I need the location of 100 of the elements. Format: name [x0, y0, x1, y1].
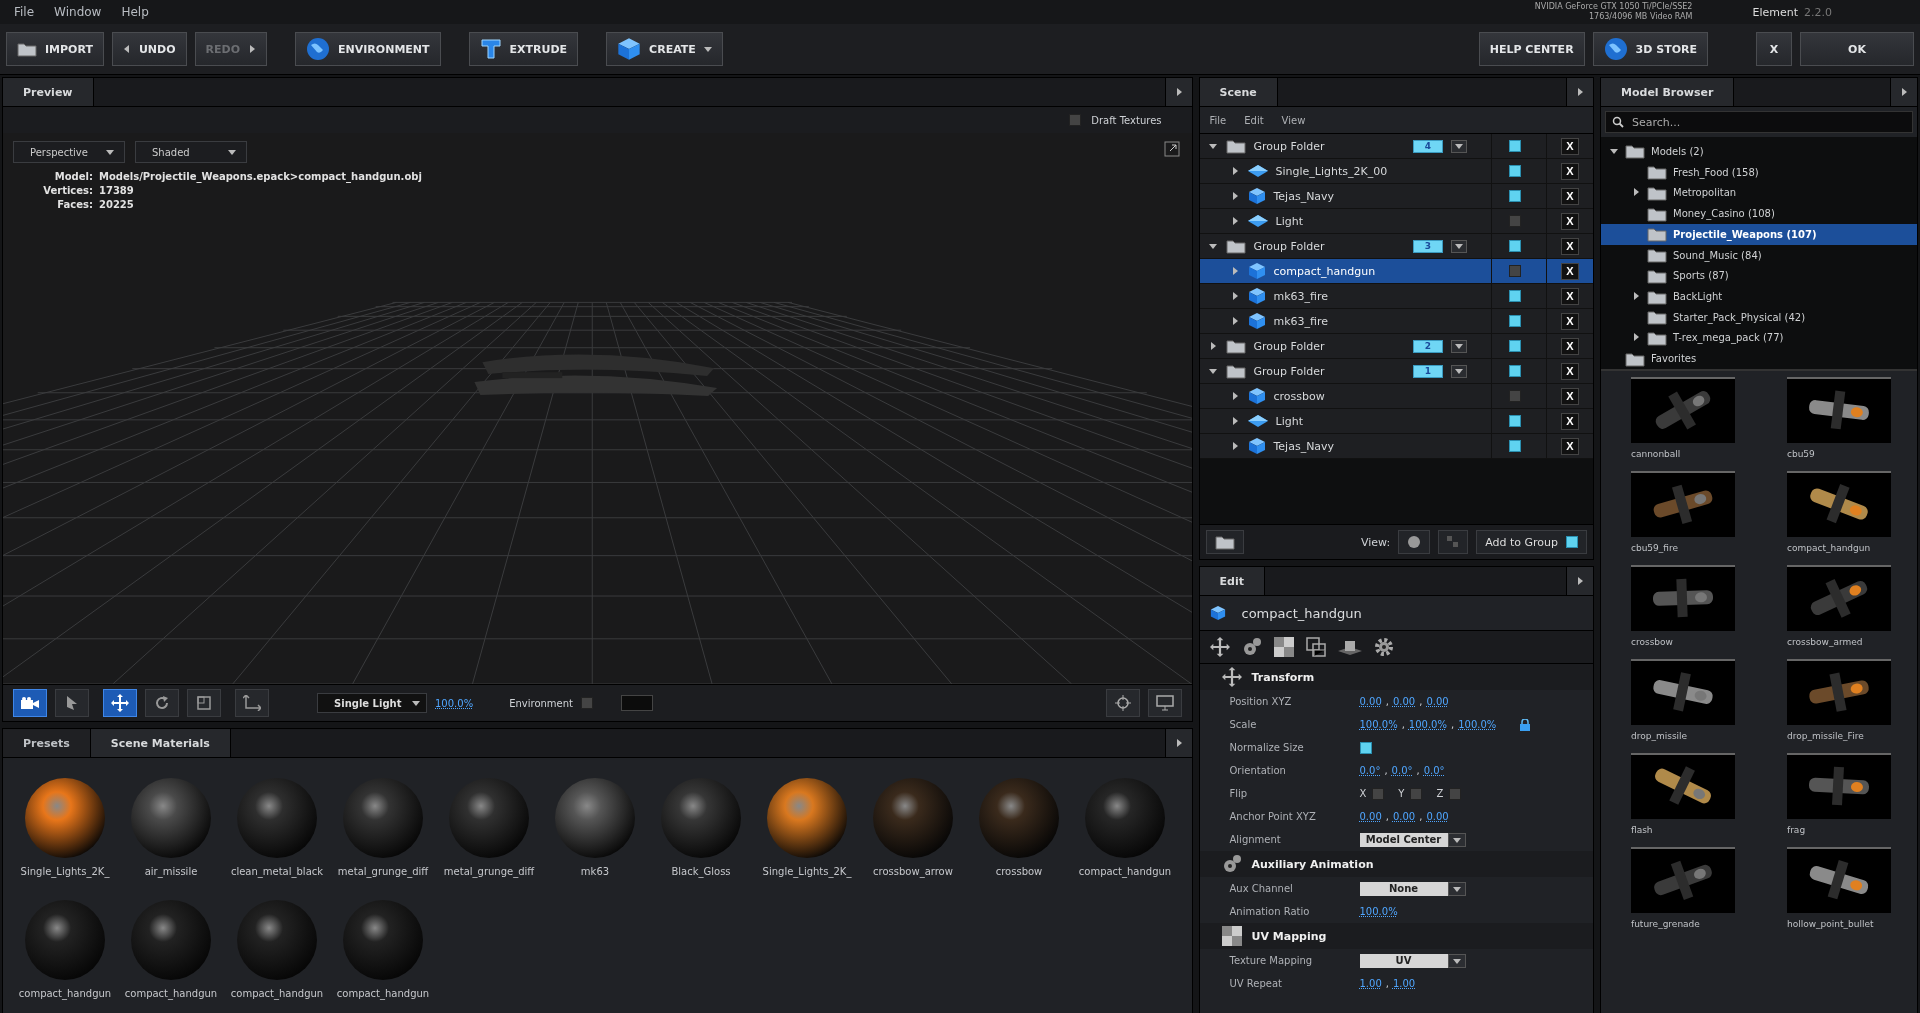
checkbox[interactable]: [1372, 787, 1385, 800]
checkbox[interactable]: [1410, 787, 1423, 800]
gears-icon[interactable]: [1221, 854, 1242, 874]
delete-button[interactable]: X: [1561, 187, 1579, 205]
intensity-link[interactable]: 100.0%: [435, 697, 474, 709]
material-sphere-icon[interactable]: [447, 776, 531, 860]
visibility-checkbox[interactable]: [1509, 340, 1521, 352]
material-sphere-icon[interactable]: [659, 776, 743, 860]
delete-button[interactable]: X: [1561, 437, 1579, 455]
delete-button[interactable]: X: [1561, 262, 1579, 280]
scene-row[interactable]: Group Folder 2 X: [1199, 334, 1593, 359]
tree-item[interactable]: BackLight: [1601, 286, 1917, 307]
delete-button[interactable]: X: [1561, 162, 1579, 180]
menu-item[interactable]: Window: [54, 5, 102, 19]
panel-tab[interactable]: Presets: [3, 729, 91, 757]
tool-button[interactable]: [55, 689, 89, 717]
toolbar-button[interactable]: CREATE: [606, 32, 723, 66]
view-dropdown[interactable]: Perspective: [13, 141, 125, 163]
dropdown-button[interactable]: [1451, 364, 1467, 378]
material-sphere-icon[interactable]: [341, 776, 425, 860]
delete-button[interactable]: X: [1561, 387, 1579, 405]
toolbar-button[interactable]: EXTRUDE: [468, 32, 579, 66]
panel-tab[interactable]: Model Browser: [1601, 78, 1735, 106]
panel-tab[interactable]: Scene Materials: [90, 729, 231, 757]
delete-button[interactable]: X: [1561, 312, 1579, 330]
visibility-checkbox[interactable]: [1509, 365, 1521, 377]
move-icon[interactable]: [1221, 667, 1242, 687]
tool-button[interactable]: [103, 689, 137, 717]
material-sphere-icon[interactable]: [235, 776, 319, 860]
tree-item[interactable]: Fresh_Food (158): [1601, 161, 1917, 183]
delete-button[interactable]: X: [1561, 212, 1579, 230]
checker-icon[interactable]: [1273, 637, 1294, 657]
visibility-checkbox[interactable]: [1509, 290, 1521, 302]
visibility-checkbox[interactable]: [1509, 415, 1521, 427]
menu-item[interactable]: View: [1281, 114, 1306, 126]
visibility-checkbox[interactable]: [1509, 190, 1521, 202]
tree-item[interactable]: Money_Casino (108): [1601, 203, 1917, 224]
tree-item[interactable]: T-rex_mega_pack (77): [1601, 327, 1917, 349]
menu-item[interactable]: Help: [121, 5, 149, 19]
material-sphere-icon[interactable]: [23, 898, 107, 982]
menu-item[interactable]: Edit: [1244, 114, 1264, 126]
checkbox[interactable]: [1359, 741, 1372, 754]
checkbox[interactable]: [1449, 787, 1462, 800]
delete-button[interactable]: X: [1561, 362, 1579, 380]
tree-item[interactable]: Metropolitan: [1601, 182, 1917, 204]
delete-button[interactable]: X: [1561, 337, 1579, 355]
scene-row[interactable]: mk63_fire X: [1199, 284, 1593, 309]
scene-row[interactable]: Tejas_Navy X: [1199, 184, 1593, 209]
expand-arrow-icon[interactable]: [1207, 242, 1218, 250]
material-sphere-icon[interactable]: [553, 776, 637, 860]
visibility-checkbox[interactable]: [1509, 240, 1521, 252]
toolbar-button[interactable]: IMPORT: [6, 32, 104, 66]
visibility-checkbox[interactable]: [1509, 165, 1521, 177]
scene-row[interactable]: Group Folder 3 X: [1199, 234, 1593, 259]
ok-button[interactable]: OK: [1800, 32, 1914, 66]
view-dropdown[interactable]: Shaded: [135, 141, 247, 163]
tree-item[interactable]: Favorites: [1601, 348, 1917, 370]
visibility-checkbox[interactable]: [1509, 265, 1521, 277]
expand-arrow-icon[interactable]: [1207, 142, 1218, 150]
material-sphere-icon[interactable]: [129, 898, 213, 982]
checker-icon[interactable]: [1221, 926, 1242, 946]
delete-button[interactable]: X: [1561, 287, 1579, 305]
value-link[interactable]: 1.00: [1392, 978, 1416, 989]
visibility-checkbox[interactable]: [1509, 440, 1521, 452]
scene-row[interactable]: Light X: [1199, 209, 1593, 234]
value-link[interactable]: 0.00: [1359, 696, 1382, 707]
value-link[interactable]: 0.00: [1392, 696, 1416, 707]
value-link[interactable]: 0.00: [1392, 811, 1416, 822]
tool-button[interactable]: [235, 689, 269, 717]
panel-tab[interactable]: Preview: [3, 78, 94, 106]
dropdown-button[interactable]: [1451, 139, 1467, 153]
material-sphere-icon[interactable]: [977, 776, 1061, 860]
material-sphere-icon[interactable]: [871, 776, 955, 860]
new-folder-button[interactable]: [1205, 530, 1244, 554]
scene-row[interactable]: Group Folder 1 X: [1199, 359, 1593, 384]
tool-button[interactable]: [13, 689, 47, 717]
material-sphere-icon[interactable]: [341, 898, 425, 982]
tree-item[interactable]: Sports (87): [1601, 265, 1917, 287]
dropdown-button[interactable]: [1451, 339, 1467, 353]
scene-row[interactable]: Light X: [1199, 409, 1593, 434]
scene-row[interactable]: Single_Lights_2K_00 X: [1199, 159, 1593, 184]
value-link[interactable]: 0.0°: [1423, 765, 1445, 776]
visibility-checkbox[interactable]: [1509, 140, 1521, 152]
light-dropdown[interactable]: Single Light: [317, 693, 427, 713]
toolbar-button[interactable]: HELP CENTER: [1478, 32, 1585, 66]
dropdown-button[interactable]: [1451, 239, 1467, 253]
tree-item[interactable]: Models (2): [1601, 141, 1917, 162]
grid-view-button[interactable]: [1438, 530, 1469, 554]
tool-button[interactable]: [187, 689, 221, 717]
sphere-view-button[interactable]: [1398, 530, 1431, 554]
value-link[interactable]: 1.00: [1359, 978, 1382, 989]
value-link[interactable]: 100.0%: [1359, 906, 1398, 917]
toolbar-button[interactable]: ENVIRONMENT: [295, 32, 441, 66]
checkbox[interactable]: [1069, 114, 1082, 126]
value-link[interactable]: 0.00: [1359, 811, 1382, 822]
delete-button[interactable]: X: [1561, 137, 1579, 155]
scene-row[interactable]: Tejas_Navy X: [1199, 434, 1593, 459]
material-sphere-icon[interactable]: [129, 776, 213, 860]
delete-button[interactable]: X: [1561, 412, 1579, 430]
uv-icon[interactable]: [1305, 637, 1326, 657]
